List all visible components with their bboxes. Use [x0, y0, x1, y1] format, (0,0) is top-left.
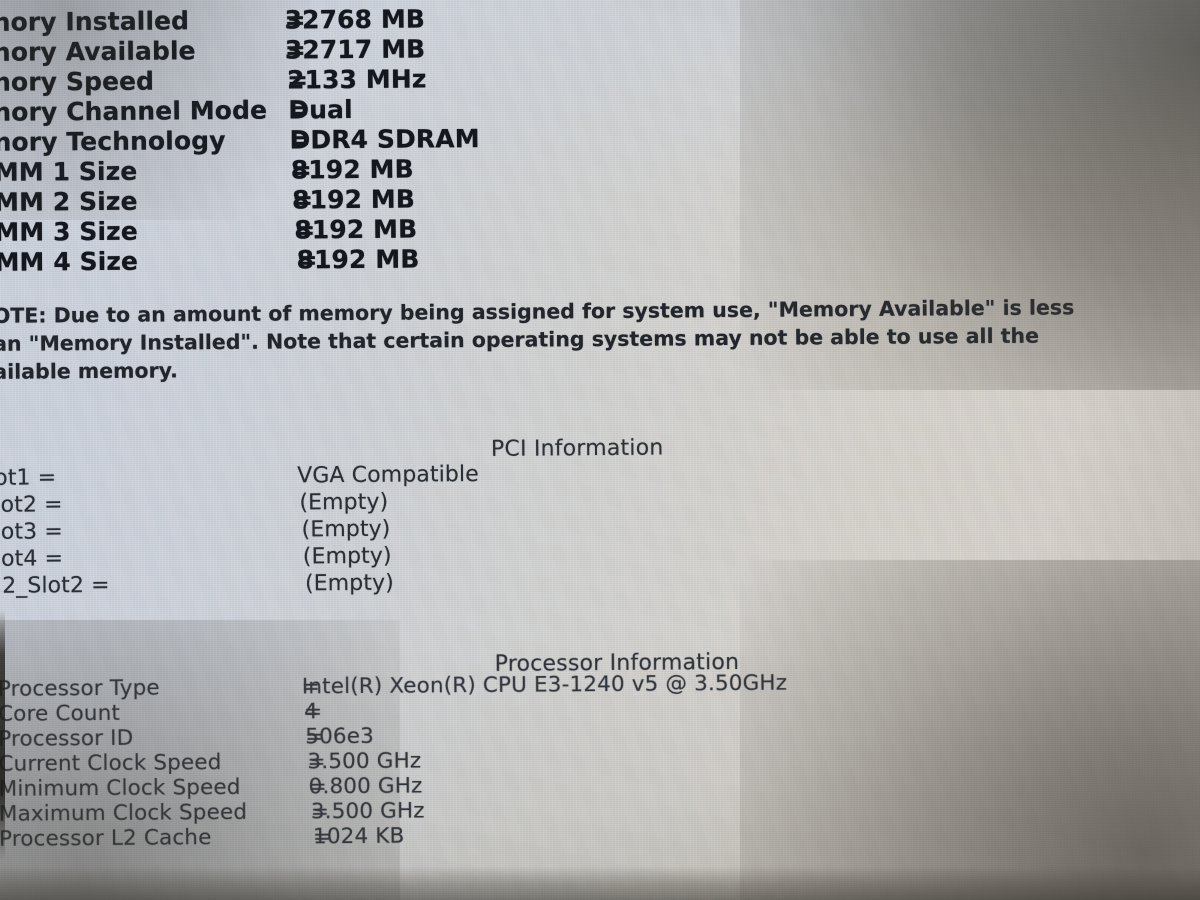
monitor-bezel-edge — [0, 610, 5, 860]
vignette-top-right — [740, 0, 1200, 390]
vignette-bottom-right — [740, 560, 1200, 900]
bios-system-information-photo: nory Installed 32768 MB nory Available n… — [0, 0, 1200, 900]
vignette-top-left — [0, 0, 310, 220]
vignette-bottom-left — [0, 620, 400, 900]
bottom-shadow-band — [0, 866, 1200, 900]
